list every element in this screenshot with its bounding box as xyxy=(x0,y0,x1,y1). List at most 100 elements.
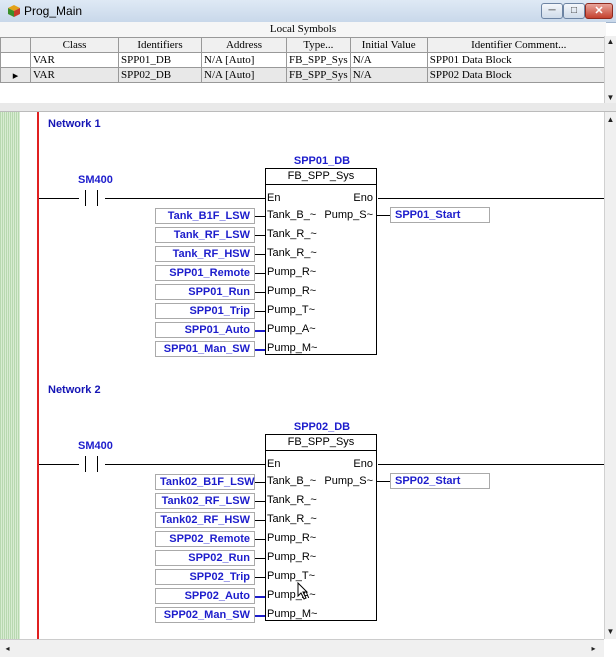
rung-wire xyxy=(378,464,604,465)
cell-type[interactable]: FB_SPP_Sys xyxy=(286,52,351,68)
program-icon xyxy=(8,5,20,17)
row-marker[interactable] xyxy=(0,52,31,68)
input-variable[interactable]: SPP01_Run xyxy=(155,284,255,300)
cell-address[interactable]: N/A [Auto] xyxy=(201,52,287,68)
symbols-scrollbar[interactable]: ▲ ▼ xyxy=(604,36,616,103)
fb-instance-name: SPP01_DB xyxy=(293,155,351,167)
mouse-cursor-icon xyxy=(297,582,309,600)
output-variable[interactable]: SPP01_Start xyxy=(390,207,490,223)
cell-identifier[interactable]: SPP01_DB xyxy=(118,52,202,68)
cell-initial-value[interactable]: N/A xyxy=(349,67,428,83)
fb-input-pin: Tank_B_~ xyxy=(267,209,317,221)
input-variable[interactable]: Tank_RF_HSW xyxy=(155,246,255,262)
rung-wire xyxy=(105,464,265,465)
input-wire xyxy=(255,501,265,502)
cell-class[interactable]: VAR xyxy=(30,67,119,83)
input-wire xyxy=(255,539,265,540)
contact-label: SM400 xyxy=(78,440,113,452)
fb-output-pin: Pump_S~ xyxy=(324,475,373,487)
fb-input-pin: Pump_R~ xyxy=(267,532,317,544)
left-power-rail xyxy=(37,112,39,639)
input-variable[interactable]: SPP01_Man_SW xyxy=(155,341,255,357)
normally-open-contact[interactable] xyxy=(79,190,105,206)
fb-instance-name: SPP02_DB xyxy=(293,421,351,433)
scroll-up-icon[interactable]: ▲ xyxy=(605,114,616,125)
scroll-up-icon[interactable]: ▲ xyxy=(605,36,616,47)
ladder-scrollbar[interactable]: ▲ ▼ xyxy=(604,112,616,639)
input-variable[interactable]: Tank_B1F_LSW xyxy=(155,208,255,224)
cell-comment[interactable]: SPP02 Data Block xyxy=(426,67,611,83)
column-header[interactable]: Identifiers xyxy=(118,37,202,53)
close-button[interactable]: ✕ xyxy=(585,3,613,19)
row-selected-marker-icon[interactable]: ▸ xyxy=(0,67,31,83)
table-row-selected[interactable]: ▸ VAR SPP02_DB N/A [Auto] FB_SPP_Sys N/A… xyxy=(0,67,611,83)
scroll-left-icon[interactable]: ◂ xyxy=(2,643,13,654)
maximize-button[interactable]: □ xyxy=(563,3,585,19)
normally-open-contact[interactable] xyxy=(79,456,105,472)
input-wire xyxy=(255,330,265,332)
cell-type[interactable]: FB_SPP_Sys xyxy=(286,67,351,83)
column-header[interactable]: Identifier Comment... xyxy=(426,37,611,53)
cell-initial-value[interactable]: N/A xyxy=(349,52,428,68)
network-label[interactable]: Network 1 xyxy=(48,118,101,130)
input-wire xyxy=(255,254,265,255)
input-wire xyxy=(255,577,265,578)
input-variable[interactable]: Tank02_RF_HSW xyxy=(155,512,255,528)
window-title: Prog_Main xyxy=(24,4,83,18)
input-variable[interactable]: SPP02_Run xyxy=(155,550,255,566)
input-wire xyxy=(255,615,265,617)
scroll-down-icon[interactable]: ▼ xyxy=(605,626,616,637)
cell-address[interactable]: N/A [Auto] xyxy=(201,67,287,83)
maximize-icon: □ xyxy=(570,5,578,16)
fb-input-pin: Tank_R_~ xyxy=(267,228,317,240)
rung-wire xyxy=(378,198,604,199)
row-marker-header xyxy=(0,37,31,53)
fb-input-pin: Pump_R~ xyxy=(267,551,317,563)
fb-eno-pin: Eno xyxy=(353,458,373,470)
table-header-row: Class Identifiers Address Type... Initia… xyxy=(0,37,611,53)
table-row[interactable]: VAR SPP01_DB N/A [Auto] FB_SPP_Sys N/A S… xyxy=(0,52,611,68)
splitter[interactable] xyxy=(0,103,616,112)
fb-en-pin: En xyxy=(267,192,281,204)
cell-comment[interactable]: SPP01 Data Block xyxy=(426,52,611,68)
input-variable[interactable]: Tank02_B1F_LSW xyxy=(155,474,255,490)
input-variable[interactable]: SPP01_Trip xyxy=(155,303,255,319)
input-variable[interactable]: SPP02_Auto xyxy=(155,588,255,604)
column-header[interactable]: Initial Value xyxy=(349,37,428,53)
minimize-icon: ─ xyxy=(548,5,556,16)
input-variable[interactable]: SPP01_Remote xyxy=(155,265,255,281)
input-variable[interactable]: SPP02_Man_SW xyxy=(155,607,255,623)
local-symbols-table: Class Identifiers Address Type... Initia… xyxy=(0,37,611,83)
input-variable[interactable]: Tank_RF_LSW xyxy=(155,227,255,243)
input-wire xyxy=(255,292,265,293)
output-variable[interactable]: SPP02_Start xyxy=(390,473,490,489)
column-header[interactable]: Address xyxy=(201,37,287,53)
cell-identifier[interactable]: SPP02_DB xyxy=(118,67,202,83)
output-wire xyxy=(377,215,390,216)
input-wire xyxy=(255,482,265,483)
column-header[interactable]: Class xyxy=(30,37,119,53)
input-variable[interactable]: Tank02_RF_LSW xyxy=(155,493,255,509)
contact-label: SM400 xyxy=(78,174,113,186)
input-variable[interactable]: SPP01_Auto xyxy=(155,322,255,338)
scroll-right-icon[interactable]: ▸ xyxy=(588,643,599,654)
input-variable[interactable]: SPP02_Trip xyxy=(155,569,255,585)
scroll-down-icon[interactable]: ▼ xyxy=(605,92,616,103)
input-wire xyxy=(255,216,265,217)
horizontal-scrollbar[interactable]: ◂ ▸ xyxy=(0,639,604,657)
fb-input-pin: Pump_M~ xyxy=(267,342,318,354)
minimize-button[interactable]: ─ xyxy=(541,3,563,19)
network-label[interactable]: Network 2 xyxy=(48,384,101,396)
column-header[interactable]: Type... xyxy=(286,37,351,53)
title-bar[interactable]: Prog_Main ─ □ ✕ xyxy=(0,0,616,23)
fb-eno-pin: Eno xyxy=(353,192,373,204)
cell-class[interactable]: VAR xyxy=(30,52,119,68)
fb-output-pin: Pump_S~ xyxy=(324,209,373,221)
close-icon: ✕ xyxy=(594,5,604,17)
fb-input-pin: Tank_R_~ xyxy=(267,494,317,506)
fb-input-pin: Pump_R~ xyxy=(267,285,317,297)
fb-input-pin: Pump_T~ xyxy=(267,304,315,316)
input-variable[interactable]: SPP02_Remote xyxy=(155,531,255,547)
line-number-rail xyxy=(0,112,20,639)
output-wire xyxy=(377,481,390,482)
